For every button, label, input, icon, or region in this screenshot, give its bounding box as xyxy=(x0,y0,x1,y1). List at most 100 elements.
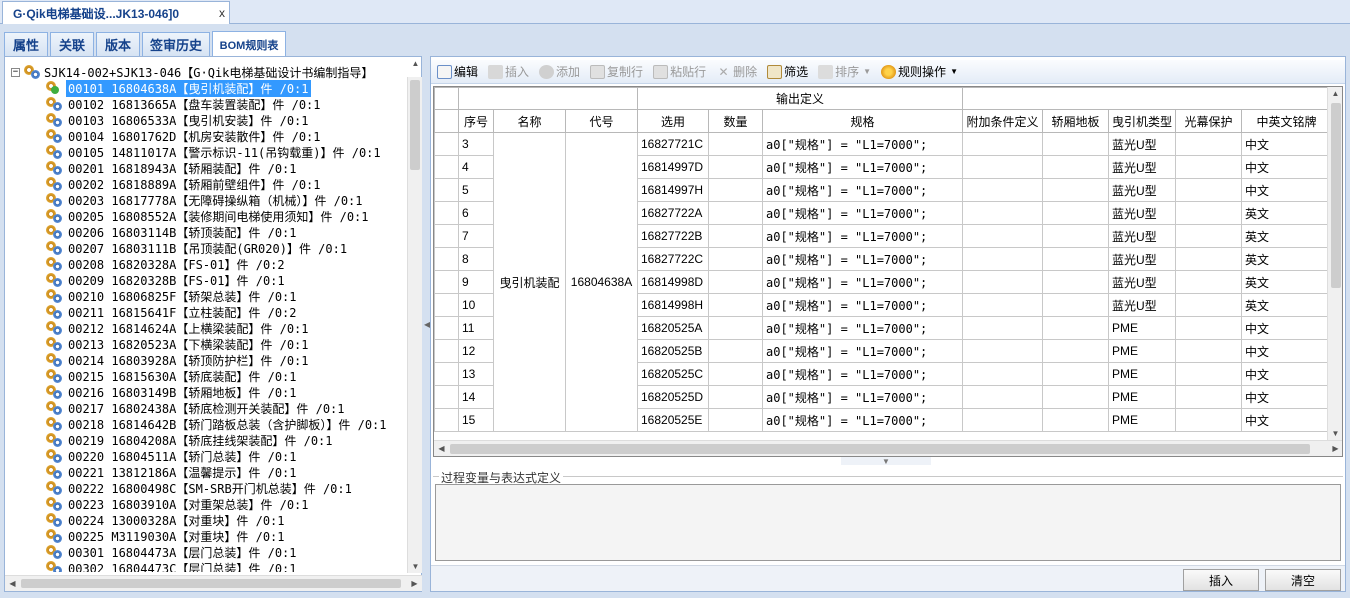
seq-cell[interactable]: 8 xyxy=(458,247,494,271)
motor-type-cell[interactable]: 蓝光U型 xyxy=(1107,178,1177,202)
quantity-cell[interactable] xyxy=(708,385,763,409)
car-floor-cell[interactable] xyxy=(1042,293,1109,317)
nameplate-cell[interactable]: 中文 xyxy=(1241,408,1333,432)
tree-item[interactable]: 00217 16802438A【轿底检测开关装配】件 /0:1 xyxy=(45,400,347,416)
light-curtain-cell[interactable] xyxy=(1175,408,1243,432)
row-header-cell[interactable] xyxy=(434,224,459,248)
scroll-up-icon[interactable]: ▲ xyxy=(1328,89,1342,98)
quantity-cell[interactable] xyxy=(708,247,763,271)
seq-cell[interactable]: 9 xyxy=(458,270,494,294)
quantity-cell[interactable] xyxy=(708,201,763,225)
add-button[interactable]: 添加 xyxy=(539,63,580,80)
motor-type-cell[interactable]: 蓝光U型 xyxy=(1107,132,1177,156)
column-header[interactable]: 规格 xyxy=(762,109,963,133)
tree-item[interactable]: 00214 16803928A【轿顶防护栏】件 /0:1 xyxy=(45,352,311,368)
tree-root[interactable]: − SJK14-002+SJK13-046【G·Qik电梯基础设计书编制指导】 xyxy=(11,64,373,80)
select-cell[interactable]: 16827722B xyxy=(637,224,709,248)
nameplate-cell[interactable]: 英文 xyxy=(1241,224,1333,248)
row-header-cell[interactable] xyxy=(434,155,459,179)
tree-item[interactable]: 00207 16803111B【吊顶装配(GR020)】件 /0:1 xyxy=(45,240,349,256)
extra-condition-cell[interactable] xyxy=(962,155,1043,179)
select-cell[interactable]: 16827722C xyxy=(637,247,709,271)
tab-properties[interactable]: 属性 xyxy=(4,32,48,56)
name-cell[interactable]: 曳引机装配 xyxy=(493,132,566,432)
table-row[interactable]: 3 曳引机装配 16804638A 16827721C a0["规格"] = "L1=7… xyxy=(434,132,1333,432)
car-floor-cell[interactable] xyxy=(1042,201,1109,225)
scroll-down-icon[interactable]: ▼ xyxy=(408,562,423,571)
tree-item[interactable]: 00104 16801762D【机房安装散件】件 /0:1 xyxy=(45,128,323,144)
select-cell[interactable]: 16820525B xyxy=(637,339,709,363)
spec-cell[interactable]: a0["规格"] = "L1=7000"; xyxy=(762,201,963,225)
motor-type-cell[interactable]: 蓝光U型 xyxy=(1107,155,1177,179)
select-cell[interactable]: 16814997D xyxy=(637,155,709,179)
column-header[interactable]: 选用 xyxy=(637,109,709,133)
quantity-cell[interactable] xyxy=(708,224,763,248)
select-cell[interactable]: 16820525A xyxy=(637,316,709,340)
seq-cell[interactable]: 4 xyxy=(458,155,494,179)
row-header-cell[interactable] xyxy=(434,339,459,363)
tree-item[interactable]: 00101 16804638A【曳引机装配】件 /0:1 xyxy=(45,79,311,97)
tree-item[interactable]: 00205 16808552A【装修期间电梯使用须知】件 /0:1 xyxy=(45,208,371,224)
tree-item[interactable]: 00212 16814624A【上横梁装配】件 /0:1 xyxy=(45,320,311,336)
tree-item[interactable]: 00224 13000328A【对重块】件 /0:1 xyxy=(45,512,287,528)
tree-item[interactable]: 00223 16803910A【对重架总装】件 /0:1 xyxy=(45,496,311,512)
scroll-thumb[interactable] xyxy=(450,444,1310,454)
quantity-cell[interactable] xyxy=(708,293,763,317)
spec-cell[interactable]: a0["规格"] = "L1=7000"; xyxy=(762,224,963,248)
select-cell[interactable]: 16827722A xyxy=(637,201,709,225)
select-cell[interactable]: 16820525E xyxy=(637,408,709,432)
seq-cell[interactable]: 7 xyxy=(458,224,494,248)
select-cell[interactable]: 16827721C xyxy=(637,132,709,156)
tree-item[interactable]: 00220 16804511A【轿门总装】件 /0:1 xyxy=(45,448,299,464)
column-header[interactable]: 数量 xyxy=(708,109,763,133)
tab-bom-rules[interactable]: BOM规则表 xyxy=(212,31,286,57)
extra-condition-cell[interactable] xyxy=(962,339,1043,363)
car-floor-cell[interactable] xyxy=(1042,155,1109,179)
tree-item[interactable]: 00203 16817778A【无障碍操纵箱（机械）】件 /0:1 xyxy=(45,192,365,208)
copy-row-button[interactable]: 复制行 xyxy=(590,63,643,80)
scroll-down-icon[interactable]: ▼ xyxy=(1328,429,1342,438)
seq-cell[interactable]: 14 xyxy=(458,385,494,409)
column-header[interactable]: 名称 xyxy=(493,109,566,133)
motor-type-cell[interactable]: 蓝光U型 xyxy=(1107,293,1177,317)
extra-condition-cell[interactable] xyxy=(962,316,1043,340)
extra-condition-cell[interactable] xyxy=(962,247,1043,271)
grid-horizontal-scrollbar[interactable]: ◀ ▶ xyxy=(434,440,1342,456)
car-floor-cell[interactable] xyxy=(1042,362,1109,386)
delete-button[interactable]: ✕ 删除 xyxy=(716,63,758,80)
spec-cell[interactable]: a0["规格"] = "L1=7000"; xyxy=(762,155,963,179)
spec-cell[interactable]: a0["规格"] = "L1=7000"; xyxy=(762,247,963,271)
insert-expression-button[interactable]: 插入 xyxy=(1183,569,1259,591)
column-header[interactable]: 曳引机类型 xyxy=(1107,109,1177,133)
quantity-cell[interactable] xyxy=(708,316,763,340)
tree-item[interactable]: 00103 16806533A【曳引机安装】件 /0:1 xyxy=(45,112,311,128)
scroll-thumb[interactable] xyxy=(1331,103,1341,288)
seq-cell[interactable]: 12 xyxy=(458,339,494,363)
light-curtain-cell[interactable] xyxy=(1175,201,1243,225)
motor-type-cell[interactable]: 蓝光U型 xyxy=(1107,270,1177,294)
tree-item[interactable]: 00202 16818889A【轿厢前壁组件】件 /0:1 xyxy=(45,176,323,192)
row-header-cell[interactable] xyxy=(434,270,459,294)
nameplate-cell[interactable]: 中文 xyxy=(1241,155,1333,179)
nameplate-cell[interactable]: 中文 xyxy=(1241,385,1333,409)
paste-row-button[interactable]: 粘贴行 xyxy=(653,63,706,80)
sort-button[interactable]: 排序 ▼ xyxy=(818,63,871,80)
spec-cell[interactable]: a0["规格"] = "L1=7000"; xyxy=(762,316,963,340)
row-header-cell[interactable] xyxy=(434,316,459,340)
select-cell[interactable]: 16814998H xyxy=(637,293,709,317)
scroll-right-icon[interactable]: ▶ xyxy=(407,579,422,588)
column-header[interactable]: 代号 xyxy=(565,109,638,133)
seq-cell[interactable]: 3 xyxy=(458,132,494,156)
insert-button[interactable]: 插入 xyxy=(488,63,529,80)
row-header-cell[interactable] xyxy=(434,247,459,271)
tree-item[interactable]: 00105 14811017A【警示标识-11(吊钩载重)】件 /0:1 xyxy=(45,144,383,160)
document-tab[interactable]: G·Qik电梯基础设...JK13-046]0 x xyxy=(2,1,230,24)
filter-button[interactable]: 筛选 xyxy=(767,63,808,80)
grid-vertical-scrollbar[interactable]: ▲ ▼ xyxy=(1327,87,1342,440)
extra-condition-cell[interactable] xyxy=(962,293,1043,317)
light-curtain-cell[interactable] xyxy=(1175,270,1243,294)
tree-item[interactable]: 00215 16815630A【轿底装配】件 /0:1 xyxy=(45,368,299,384)
tree-item[interactable]: 00206 16803114B【轿顶装配】件 /0:1 xyxy=(45,224,299,240)
extra-condition-cell[interactable] xyxy=(962,385,1043,409)
edit-button[interactable]: 编辑 xyxy=(437,63,478,80)
